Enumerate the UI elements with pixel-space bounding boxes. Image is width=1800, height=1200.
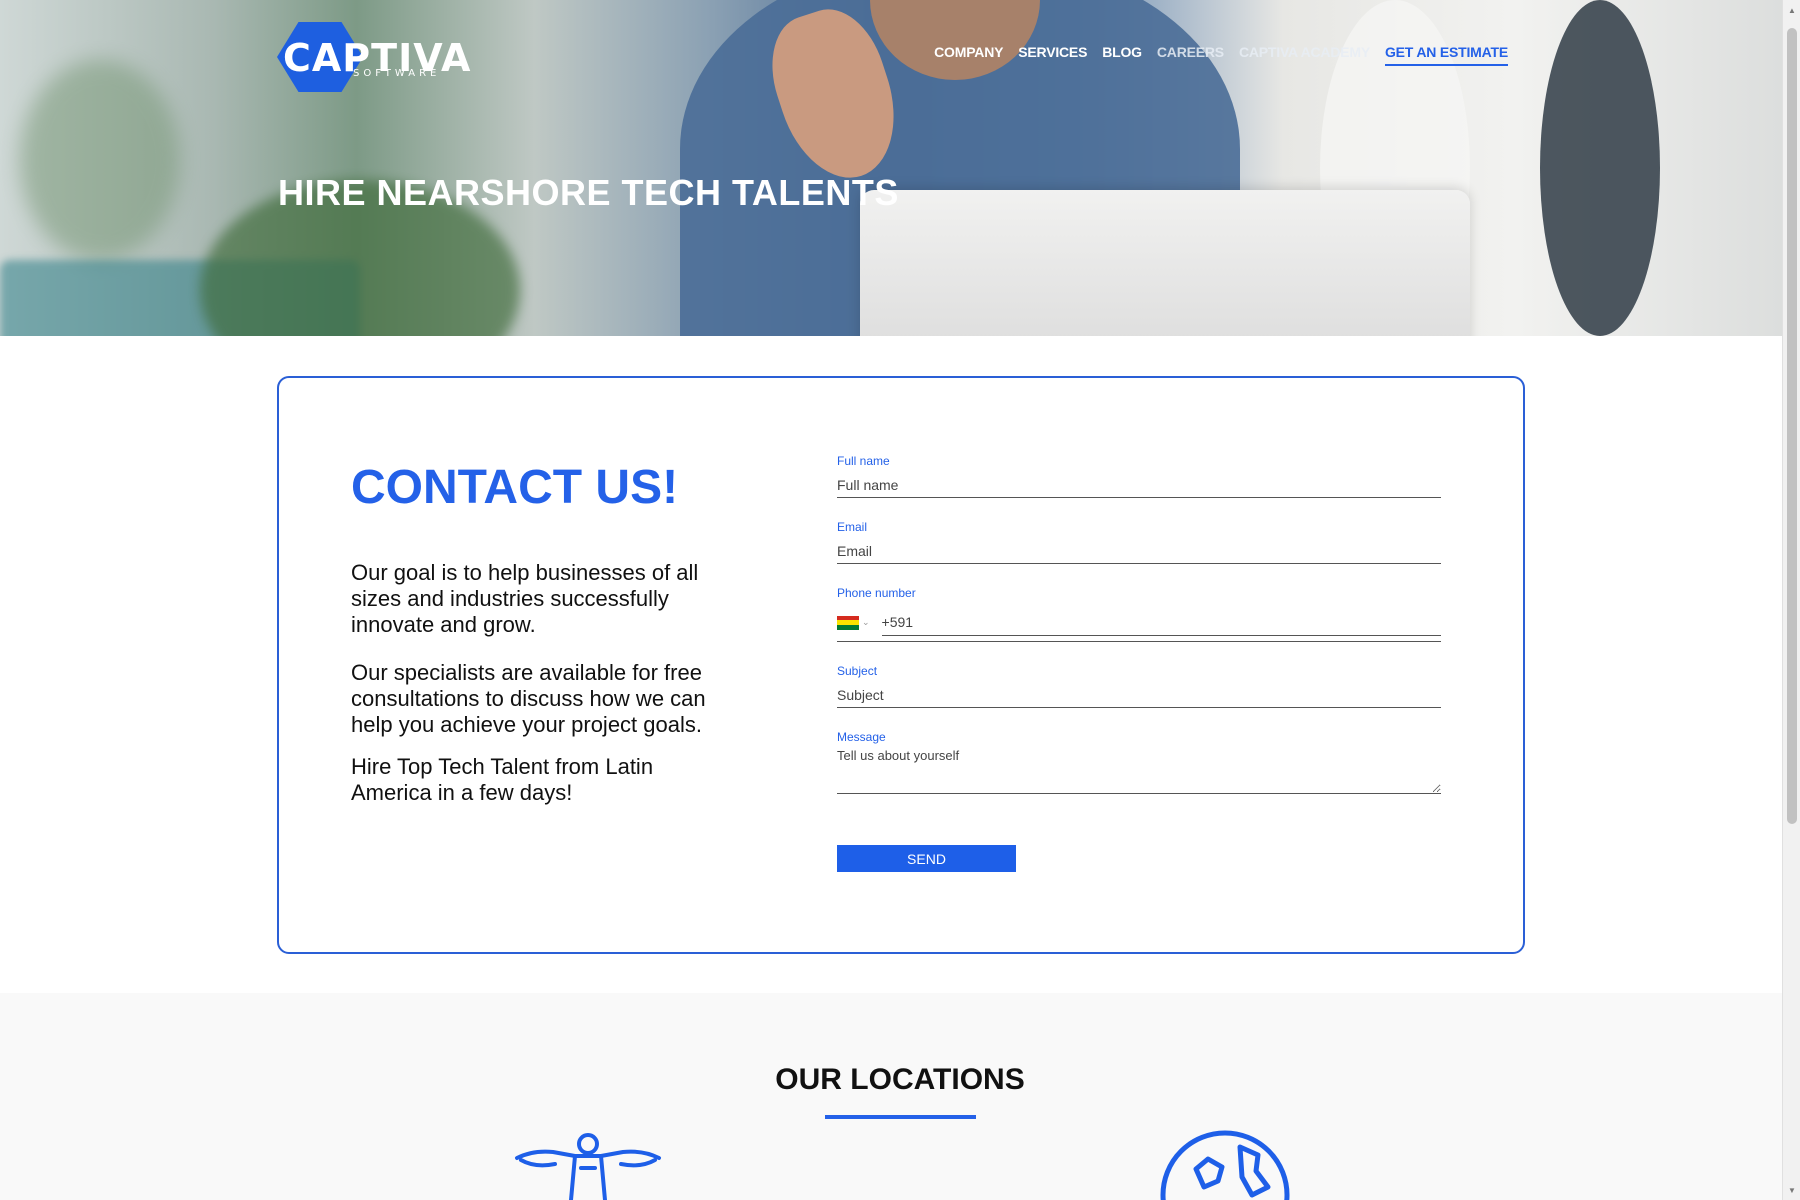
chevron-down-icon[interactable]: ⌄ <box>862 617 870 628</box>
contact-card: CONTACT US! Our goal is to help business… <box>277 376 1525 954</box>
fullname-input[interactable] <box>837 472 1441 498</box>
hero-title: HIRE NEARSHORE TECH TALENTS <box>278 172 899 213</box>
locations-title: OUR LOCATIONS <box>775 1063 1025 1096</box>
hero-plant-bg <box>20 60 180 260</box>
fullname-field-group: Full name <box>837 454 1441 498</box>
nav-get-an-estimate[interactable]: GET AN ESTIMATE <box>1384 44 1508 66</box>
contact-paragraph-hire: Hire Top Tech Talent from Latin America … <box>351 754 654 805</box>
scroll-down-icon[interactable]: ▼ <box>1788 1186 1796 1195</box>
subject-input[interactable] <box>837 682 1441 708</box>
locations-section: OUR LOCATIONS <box>0 993 1782 1200</box>
hero-laptop <box>860 190 1470 336</box>
contact-paragraph-specialists: Our specialists are available for free c… <box>351 660 706 737</box>
contact-title: CONTACT US! <box>351 461 679 514</box>
send-button[interactable]: SEND <box>837 845 1016 872</box>
vertical-scrollbar[interactable]: ▲ ▼ <box>1782 0 1800 1200</box>
scroll-up-icon[interactable]: ▲ <box>1788 6 1796 15</box>
contact-form: Full name Email Phone number ⌄ Subject <box>837 454 1441 872</box>
locations-title-underline <box>825 1115 976 1119</box>
hero-banner: CAPTIVA SOFTWARE COMPANY SERVICES BLOG C… <box>0 0 1782 336</box>
fullname-label: Full name <box>837 454 890 468</box>
subject-label: Subject <box>837 664 878 678</box>
scrollbar-thumb[interactable] <box>1787 28 1797 824</box>
hero-pillar <box>1540 0 1660 336</box>
email-input[interactable] <box>837 538 1441 564</box>
phone-label: Phone number <box>837 586 916 600</box>
nav-captiva-academy[interactable]: CAPTIVA ACADEMY <box>1239 44 1370 66</box>
contact-paragraph-goal: Our goal is to help businesses of all si… <box>351 560 699 637</box>
main-nav: COMPANY SERVICES BLOG CAREERS CAPTIVA AC… <box>934 44 1508 66</box>
globe-icon <box>1160 1130 1290 1200</box>
email-field-group: Email <box>837 520 1441 564</box>
message-textarea[interactable] <box>837 748 1441 794</box>
message-field-group: Message <box>837 730 1441 799</box>
captiva-logo[interactable]: CAPTIVA SOFTWARE <box>277 22 497 92</box>
nav-blog[interactable]: BLOG <box>1102 44 1142 66</box>
country-flag-selector[interactable] <box>837 615 859 630</box>
logo-subtext: SOFTWARE <box>353 68 441 79</box>
subject-field-group: Subject <box>837 664 1441 708</box>
phone-field-group: Phone number ⌄ <box>837 586 1441 642</box>
email-label: Email <box>837 520 868 534</box>
nav-services[interactable]: SERVICES <box>1018 44 1087 66</box>
phone-row: ⌄ <box>837 604 1441 642</box>
christ-the-redeemer-icon <box>515 1133 661 1200</box>
phone-input[interactable] <box>881 609 1441 636</box>
nav-company[interactable]: COMPANY <box>934 44 1003 66</box>
message-label: Message <box>837 730 886 744</box>
nav-careers[interactable]: CAREERS <box>1157 44 1224 66</box>
